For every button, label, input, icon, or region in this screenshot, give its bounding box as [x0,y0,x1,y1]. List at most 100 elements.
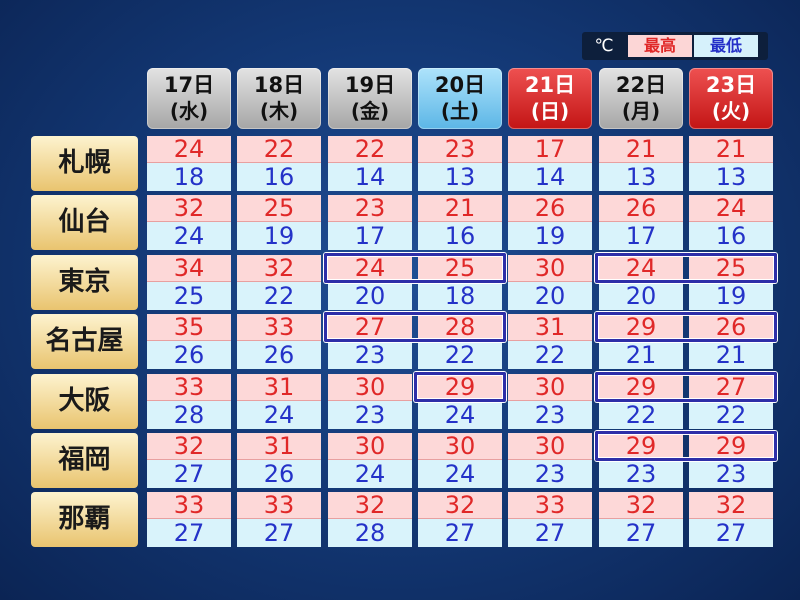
temp-cell: 21 13 [599,136,683,191]
high-temp: 32 [237,255,321,282]
high-temp: 24 [689,195,773,222]
high-temp: 32 [147,195,231,222]
low-temp: 21 [599,341,683,369]
temp-cell: 32 27 [147,433,231,488]
temp-cell: 21 13 [689,136,773,191]
temp-cell: 33 26 [237,314,321,369]
highlight-box [414,372,506,402]
highlight-box [595,372,777,402]
low-temp: 27 [147,460,231,488]
highlight-box [324,312,506,342]
temp-cell: 25 19 [237,195,321,250]
temp-cell: 22 14 [328,136,412,191]
high-temp: 35 [147,314,231,341]
high-temp: 32 [599,492,683,519]
city-label: 大阪 [31,374,138,429]
highlight-box [595,431,777,461]
low-temp: 20 [328,282,412,310]
low-temp: 16 [237,163,321,191]
high-temp: 30 [328,374,412,401]
temp-cell: 32 24 [147,195,231,250]
temp-cell: 33 27 [237,492,321,547]
low-temp: 26 [147,341,231,369]
high-temp: 31 [508,314,592,341]
city-label: 那覇 [31,492,138,547]
low-temp: 22 [237,282,321,310]
temp-cell: 17 14 [508,136,592,191]
low-temp: 13 [689,163,773,191]
low-temp: 26 [237,460,321,488]
low-temp: 20 [508,282,592,310]
low-temp: 14 [508,163,592,191]
temp-cell: 30 23 [508,374,592,429]
day-header: 22日 (月) [599,68,683,129]
high-temp: 33 [237,314,321,341]
legend: ℃ 最高 最低 [582,32,768,60]
high-temp: 23 [418,136,502,163]
day-weekday: (水) [169,99,209,123]
temp-cell: 32 27 [418,492,502,547]
unit-label: ℃ [594,36,614,56]
highlight-box [595,312,777,342]
high-temp: 31 [237,374,321,401]
day-header: 21日 (日) [508,68,592,129]
temp-cell: 24 16 [689,195,773,250]
day-header: 19日 (金) [328,68,412,129]
high-temp: 34 [147,255,231,282]
day-date: 17日 [163,73,215,97]
day-weekday: (日) [530,99,570,123]
low-temp: 19 [508,222,592,250]
temp-cell: 32 27 [689,492,773,547]
high-temp: 30 [418,433,502,460]
high-temp: 30 [328,433,412,460]
temp-cell: 30 24 [328,433,412,488]
high-temp: 32 [147,433,231,460]
temp-cell: 32 22 [237,255,321,310]
low-temp: 26 [237,341,321,369]
low-temp: 27 [418,519,502,547]
day-date: 22日 [615,73,667,97]
low-temp: 18 [418,282,502,310]
high-temp: 24 [147,136,231,163]
highlight-box [324,253,506,283]
low-temp: 19 [237,222,321,250]
high-temp: 33 [147,492,231,519]
high-temp: 21 [599,136,683,163]
day-header: 23日 (火) [689,68,773,129]
day-date: 19日 [344,73,396,97]
high-temp: 17 [508,136,592,163]
temp-cell: 26 19 [508,195,592,250]
day-weekday: (土) [440,99,480,123]
day-date: 20日 [434,73,486,97]
low-temp: 25 [147,282,231,310]
low-temp: 13 [418,163,502,191]
city-label: 名古屋 [31,314,138,369]
low-temp: 20 [599,282,683,310]
day-date: 23日 [705,73,757,97]
temp-cell: 30 20 [508,255,592,310]
day-header: 20日 (土) [418,68,502,129]
high-temp: 21 [418,195,502,222]
day-date: 21日 [524,73,576,97]
high-temp: 32 [418,492,502,519]
day-weekday: (月) [621,99,661,123]
temp-cell: 26 17 [599,195,683,250]
high-temp-legend: 最高 [628,35,692,57]
temp-cell: 31 24 [237,374,321,429]
high-temp: 25 [237,195,321,222]
temp-cell: 33 28 [147,374,231,429]
low-temp: 27 [508,519,592,547]
high-temp: 22 [328,136,412,163]
high-temp: 30 [508,255,592,282]
low-temp: 17 [328,222,412,250]
low-temp: 22 [689,401,773,429]
low-temp: 23 [689,460,773,488]
low-temp: 24 [418,401,502,429]
low-temp: 23 [508,460,592,488]
low-temp: 22 [599,401,683,429]
low-temp: 22 [418,341,502,369]
city-label: 福岡 [31,433,138,488]
low-temp: 22 [508,341,592,369]
temp-cell: 33 27 [147,492,231,547]
low-temp: 23 [328,341,412,369]
